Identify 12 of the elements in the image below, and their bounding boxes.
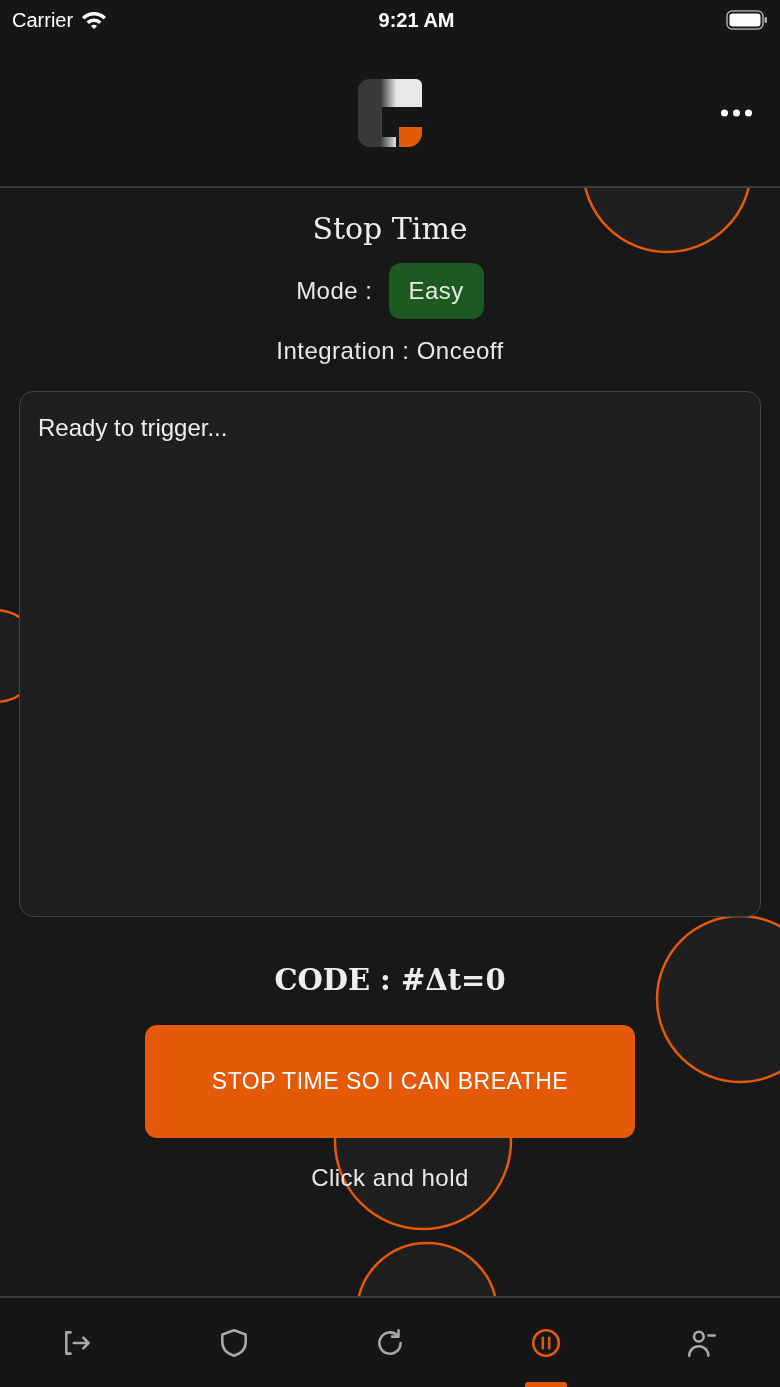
active-indicator xyxy=(525,1382,567,1387)
stop-time-button[interactable]: STOP TIME SO I CAN BREATHE xyxy=(145,1024,635,1138)
page-title: Stop Time xyxy=(312,210,468,248)
carrier-name: Carrier xyxy=(12,8,74,33)
wifi-icon xyxy=(81,10,108,30)
battery-icon xyxy=(726,10,768,30)
mode-label: Mode : xyxy=(296,276,373,306)
clock-time: 9:21 AM xyxy=(378,8,455,33)
code-text: CODE : #Δt=0 xyxy=(274,962,506,999)
integration-label: Integration : Onceoff xyxy=(276,336,504,366)
log-text: Ready to trigger... xyxy=(38,414,228,441)
mode-pill: Easy xyxy=(388,263,484,319)
